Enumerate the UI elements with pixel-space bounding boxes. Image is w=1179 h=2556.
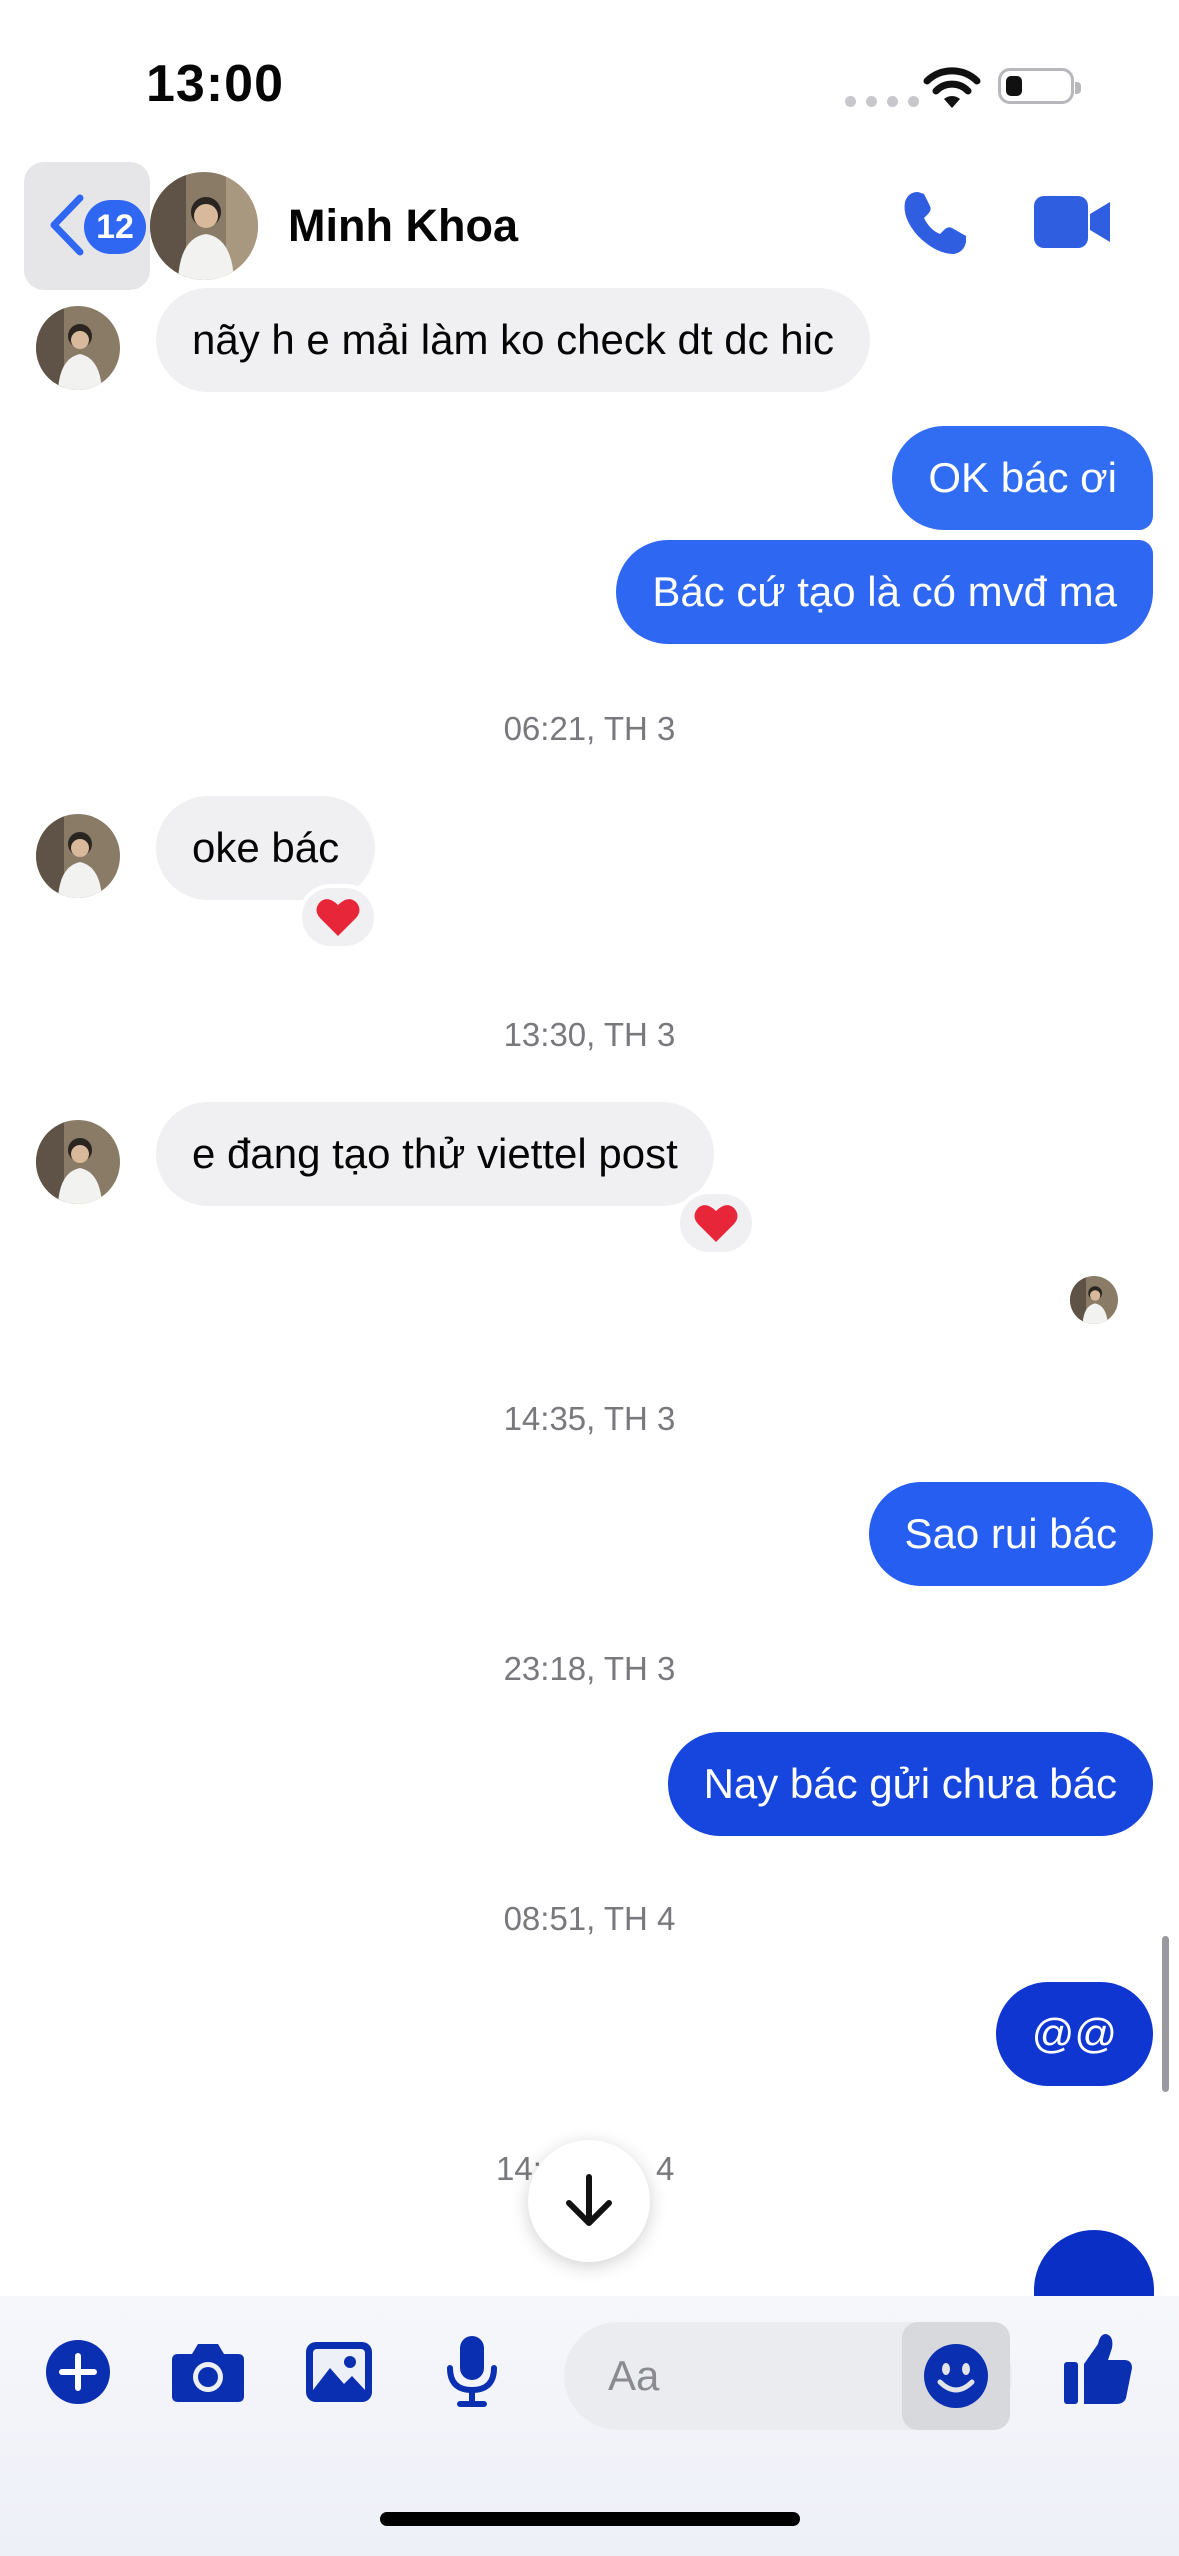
back-button[interactable]: 12 bbox=[24, 162, 150, 290]
message-timestamp: 06:21, TH 3 bbox=[503, 710, 676, 747]
message-timestamp: 08:51, TH 4 bbox=[503, 1900, 676, 1937]
message-bubble-outgoing[interactable]: OK bác ơi bbox=[892, 426, 1153, 530]
contact-avatar[interactable] bbox=[150, 172, 258, 280]
arrow-down-icon bbox=[566, 2174, 612, 2226]
message-timestamp: 14:35, TH 3 bbox=[503, 1400, 676, 1437]
sender-avatar[interactable] bbox=[36, 814, 120, 898]
unread-count-badge: 12 bbox=[84, 200, 146, 254]
message-input-placeholder: Aa bbox=[608, 2352, 660, 2399]
message-bubble-outgoing[interactable]: Bác cứ tạo là có mvđ ma bbox=[616, 540, 1153, 644]
camera-icon[interactable] bbox=[170, 2340, 246, 2404]
read-receipt-avatar bbox=[1070, 1276, 1118, 1324]
chevron-left-icon bbox=[50, 194, 84, 256]
message-timestamp-partial-end: 4 bbox=[656, 2150, 675, 2187]
home-indicator bbox=[380, 2512, 800, 2526]
photo-icon[interactable] bbox=[304, 2340, 374, 2404]
sender-avatar[interactable] bbox=[36, 306, 120, 390]
message-timestamp: 23:18, TH 3 bbox=[503, 1650, 676, 1687]
sender-avatar[interactable] bbox=[36, 1120, 120, 1204]
message-bubble-incoming[interactable]: nãy h e mải làm ko check dt dc hic bbox=[156, 288, 870, 392]
message-bubble-incoming[interactable]: e đang tạo thử viettel post bbox=[156, 1102, 714, 1206]
cellular-signal-icon bbox=[845, 96, 919, 107]
heart-icon bbox=[694, 1205, 738, 1242]
heart-icon bbox=[316, 899, 360, 936]
message-bubble-outgoing[interactable]: Sao rui bác bbox=[868, 1482, 1153, 1586]
heart-reaction[interactable] bbox=[298, 884, 378, 950]
emoji-button[interactable] bbox=[902, 2322, 1010, 2430]
emoji-icon bbox=[924, 2344, 988, 2408]
message-bubble-outgoing[interactable]: Nay bác gửi chưa bác bbox=[667, 1732, 1153, 1836]
scroll-indicator[interactable] bbox=[1162, 1936, 1169, 2092]
thumbs-up-icon[interactable] bbox=[1062, 2330, 1134, 2406]
scroll-to-bottom-button[interactable] bbox=[528, 2140, 650, 2262]
message-timestamp: 13:30, TH 3 bbox=[503, 1016, 676, 1053]
video-camera-icon[interactable] bbox=[1032, 194, 1112, 250]
wifi-icon bbox=[923, 67, 981, 108]
contact-name[interactable]: Minh Khoa bbox=[288, 200, 518, 252]
status-time: 13:00 bbox=[146, 55, 284, 113]
heart-reaction[interactable] bbox=[676, 1190, 756, 1256]
battery-icon bbox=[998, 68, 1081, 104]
message-bubble-outgoing[interactable]: @@ bbox=[995, 1982, 1153, 2086]
microphone-icon[interactable] bbox=[446, 2334, 498, 2408]
phone-icon[interactable] bbox=[900, 188, 970, 258]
plus-icon[interactable] bbox=[44, 2338, 112, 2406]
